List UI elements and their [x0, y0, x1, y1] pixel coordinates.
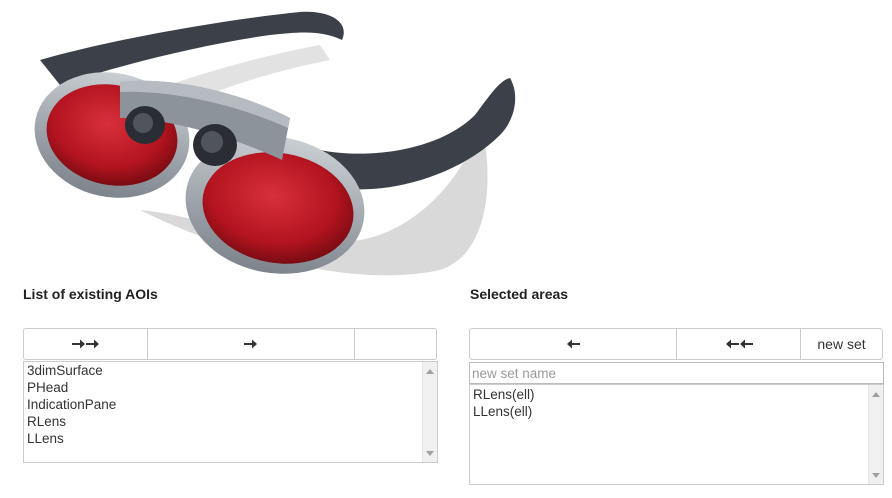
eye-tracking-glasses-illustration: [34, 11, 516, 276]
list-item[interactable]: LLens: [24, 430, 437, 447]
add-all-button[interactable]: [24, 329, 148, 359]
arrow-right-icon: [244, 339, 257, 349]
list-item[interactable]: RLens: [24, 413, 437, 430]
new-set-button[interactable]: new set: [801, 329, 882, 359]
selected-areas-heading: Selected areas: [470, 286, 569, 302]
aoi-list-scrollbar[interactable]: [422, 362, 437, 462]
remove-selected-button[interactable]: [470, 329, 677, 359]
new-set-name-input[interactable]: [469, 362, 884, 384]
list-item[interactable]: RLens(ell): [470, 386, 883, 403]
double-arrow-left-icon: [725, 339, 753, 349]
selected-areas-toolbar: new set: [469, 328, 883, 360]
blank-button[interactable]: [355, 329, 436, 359]
scroll-down-icon[interactable]: [423, 446, 437, 460]
aoi-listbox[interactable]: 3dimSurface PHead IndicationPane RLens L…: [23, 361, 438, 463]
aoi-list-heading: List of existing AOIs: [23, 286, 158, 302]
arrow-left-icon: [567, 339, 580, 349]
list-item[interactable]: 3dimSurface: [24, 362, 437, 379]
scroll-up-icon[interactable]: [869, 387, 883, 401]
double-arrow-right-icon: [71, 339, 99, 349]
scroll-down-icon[interactable]: [869, 468, 883, 482]
list-item[interactable]: LLens(ell): [470, 403, 883, 420]
add-selected-button[interactable]: [148, 329, 355, 359]
list-item[interactable]: PHead: [24, 379, 437, 396]
list-item[interactable]: IndicationPane: [24, 396, 437, 413]
selected-areas-scrollbar[interactable]: [868, 385, 883, 484]
aoi-list-toolbar: [23, 328, 437, 360]
selected-areas-listbox[interactable]: RLens(ell) LLens(ell): [469, 384, 884, 485]
scroll-up-icon[interactable]: [423, 364, 437, 378]
remove-all-button[interactable]: [677, 329, 801, 359]
